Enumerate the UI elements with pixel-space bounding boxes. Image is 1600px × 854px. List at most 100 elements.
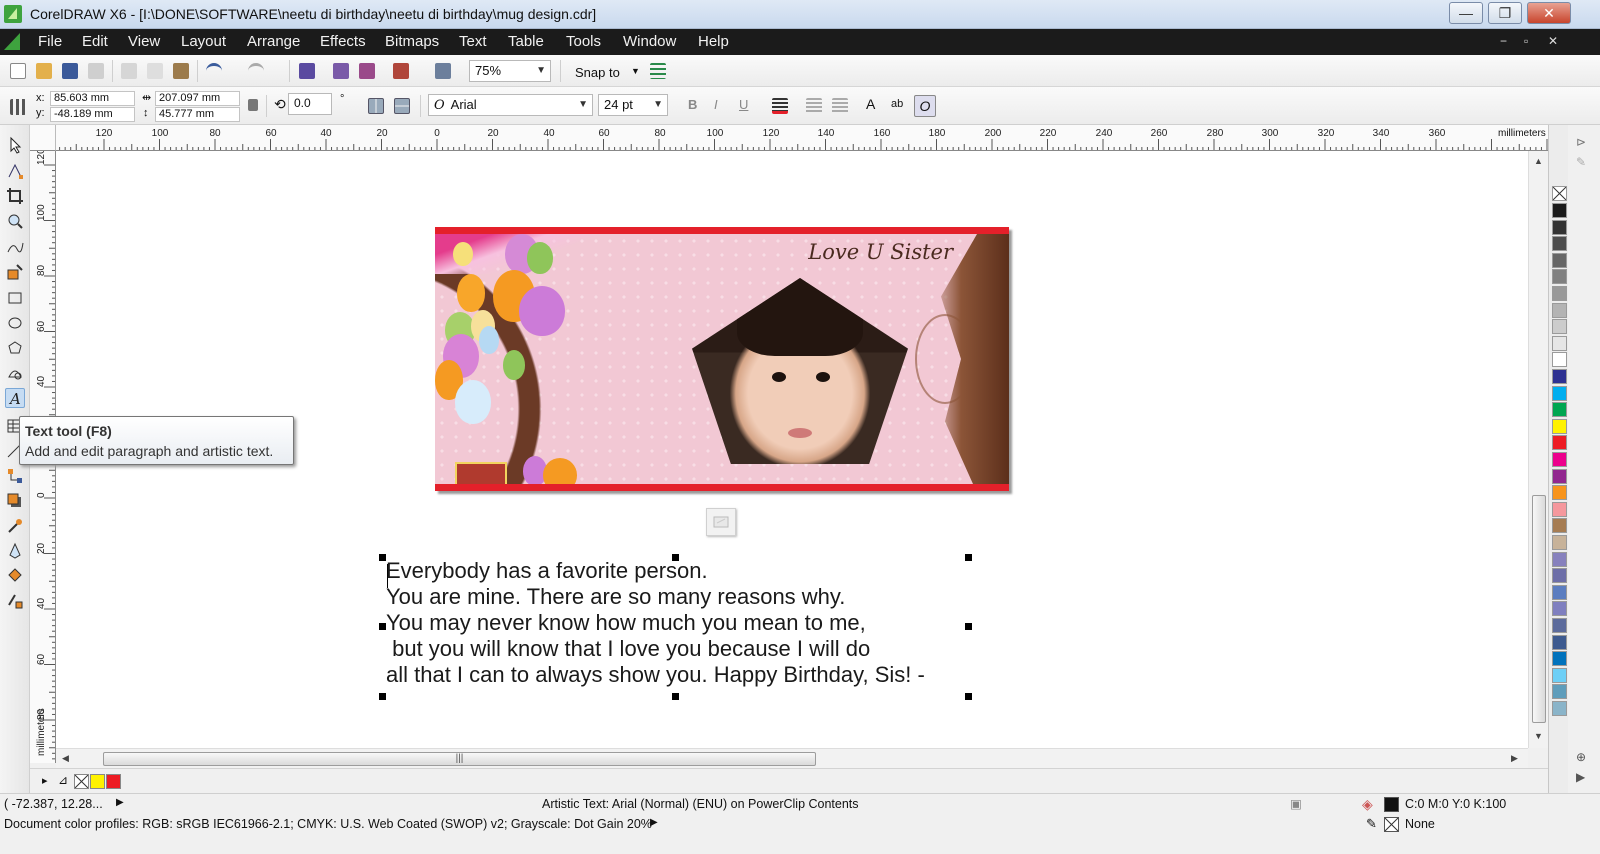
color-swatch[interactable] (1552, 584, 1567, 600)
crop-tool-icon[interactable] (5, 186, 25, 206)
minimize-button[interactable]: — (1449, 2, 1483, 24)
color-swatch[interactable] (1552, 684, 1567, 700)
copy-icon[interactable] (147, 63, 163, 79)
rectangle-tool-icon[interactable] (5, 288, 25, 308)
redo-icon[interactable] (248, 63, 264, 79)
scroll-left-icon[interactable]: ◀ (62, 753, 69, 764)
color-swatch[interactable] (1552, 319, 1567, 335)
menu-file[interactable]: File (38, 33, 62, 50)
text-alignment-icon[interactable] (772, 98, 788, 114)
smart-fill-icon[interactable] (5, 262, 25, 282)
menu-text[interactable]: Text (459, 33, 487, 50)
text-line[interactable]: but you will know that I love you becaus… (386, 636, 870, 662)
no-color-swatch[interactable] (1552, 186, 1567, 201)
horizontal-scroll-thumb[interactable]: ||| (103, 752, 816, 766)
color-profiles-info[interactable]: Document color profiles: RGB: sRGB IEC61… (4, 817, 652, 831)
document-icon[interactable] (4, 33, 20, 50)
fill-color-indicator[interactable] (1384, 797, 1399, 812)
italic-button[interactable]: I (714, 97, 718, 112)
search-content-icon[interactable] (299, 63, 315, 79)
width-field[interactable]: 207.097 mm (155, 91, 240, 106)
x-position-field[interactable]: 85.603 mm (50, 91, 135, 106)
color-swatch[interactable] (1552, 203, 1567, 218)
paste-icon[interactable] (173, 63, 189, 79)
scroll-up-icon[interactable]: ▲ (1534, 156, 1543, 166)
color-swatch[interactable] (1552, 252, 1567, 268)
drop-cap-icon[interactable] (832, 98, 848, 114)
powerclip-edit-icon[interactable] (706, 508, 736, 536)
shape-tool-icon[interactable] (5, 161, 25, 181)
ruler-origin[interactable] (30, 125, 56, 151)
horizontal-scrollbar[interactable]: ◀ ||| ▶ (56, 748, 1528, 768)
menu-bitmaps[interactable]: Bitmaps (385, 33, 439, 50)
selection-handle-top-right[interactable] (965, 554, 972, 561)
no-color-swatch[interactable] (74, 774, 89, 789)
eyedropper-icon[interactable]: ⊿ (58, 773, 68, 787)
bullet-list-icon[interactable] (806, 98, 822, 114)
object-origin-icon[interactable] (10, 99, 26, 115)
color-swatch[interactable] (1552, 269, 1567, 285)
color-swatch[interactable] (1552, 236, 1567, 252)
selection-handle-bottom-center[interactable] (672, 693, 679, 700)
menu-effects[interactable]: Effects (320, 33, 366, 50)
selection-handle-bottom-left[interactable] (379, 693, 386, 700)
font-list-select[interactable]: O Arial ▼ (428, 94, 593, 116)
color-swatch[interactable] (1552, 501, 1567, 517)
color-swatch[interactable] (1552, 219, 1567, 235)
color-swatch[interactable] (1552, 568, 1567, 584)
vertical-scrollbar[interactable]: ▲ ▼ (1528, 151, 1548, 748)
menu-view[interactable]: View (128, 33, 160, 50)
expand-arrow-icon[interactable]: ▶ (650, 817, 658, 828)
docker-pin-icon[interactable]: ✎ (1576, 155, 1586, 169)
selection-handle-bottom-right[interactable] (965, 693, 972, 700)
color-swatch[interactable] (1552, 518, 1567, 534)
zoom-navigator-icon[interactable]: ⊕ (1576, 750, 1586, 764)
menu-tools[interactable]: Tools (566, 33, 601, 50)
color-swatch[interactable] (1552, 667, 1567, 683)
color-swatch[interactable] (1552, 302, 1567, 318)
color-swatch[interactable] (1552, 369, 1567, 384)
cut-icon[interactable] (121, 63, 137, 79)
scroll-right-icon[interactable]: ▶ (1511, 753, 1518, 764)
color-swatch[interactable] (1552, 701, 1567, 716)
drop-shadow-tool-icon[interactable] (5, 491, 25, 511)
selection-handle-middle-left[interactable] (379, 623, 386, 630)
text-line[interactable]: all that I can to always show you. Happy… (386, 662, 925, 688)
palette-scroll-icon[interactable]: ▶ (1576, 770, 1585, 784)
color-swatch[interactable] (1552, 402, 1567, 418)
opentype-features-icon[interactable]: O (914, 95, 936, 117)
new-icon[interactable] (10, 63, 26, 79)
interactive-fill-icon[interactable] (5, 591, 25, 611)
zoom-level-select[interactable]: 75% ▼ (469, 60, 551, 82)
snap-to-button[interactable]: Snap to (575, 65, 620, 80)
polygon-tool-icon[interactable] (5, 338, 25, 358)
mdi-minimize-button[interactable]: − (1500, 34, 1507, 48)
ellipse-tool-icon[interactable] (5, 313, 25, 333)
menu-help[interactable]: Help (698, 33, 729, 50)
text-line[interactable]: Everybody has a favorite person. (386, 558, 708, 584)
color-swatch[interactable] (1552, 452, 1567, 467)
y-position-field[interactable]: -48.189 mm (50, 107, 135, 122)
restore-button[interactable]: ❐ (1488, 2, 1522, 24)
rotation-angle-field[interactable]: 0.0 (288, 93, 332, 115)
fill-tool-icon[interactable] (5, 566, 25, 586)
color-swatch[interactable] (1552, 286, 1567, 301)
color-swatch[interactable] (1552, 634, 1567, 650)
text-line[interactable]: You may never know how much you mean to … (386, 610, 866, 636)
menu-edit[interactable]: Edit (82, 33, 108, 50)
underline-button[interactable]: U (739, 97, 748, 112)
save-icon[interactable] (62, 63, 78, 79)
outline-color-indicator[interactable] (1384, 817, 1399, 832)
basic-shapes-icon[interactable] (5, 363, 25, 383)
eyedropper-tool-icon[interactable] (5, 516, 25, 536)
bold-button[interactable]: B (688, 97, 697, 112)
snap-dropdown-icon[interactable]: ▼ (631, 66, 640, 76)
outline-pen-icon[interactable] (5, 541, 25, 561)
lock-ratio-icon[interactable] (248, 99, 258, 111)
connector-tool-icon[interactable] (5, 466, 25, 486)
print-icon[interactable] (88, 63, 104, 79)
color-swatch[interactable] (1552, 485, 1567, 501)
freehand-tool-icon[interactable] (5, 237, 25, 257)
scroll-down-icon[interactable]: ▼ (1534, 731, 1543, 741)
mirror-horizontal-icon[interactable] (368, 98, 384, 114)
